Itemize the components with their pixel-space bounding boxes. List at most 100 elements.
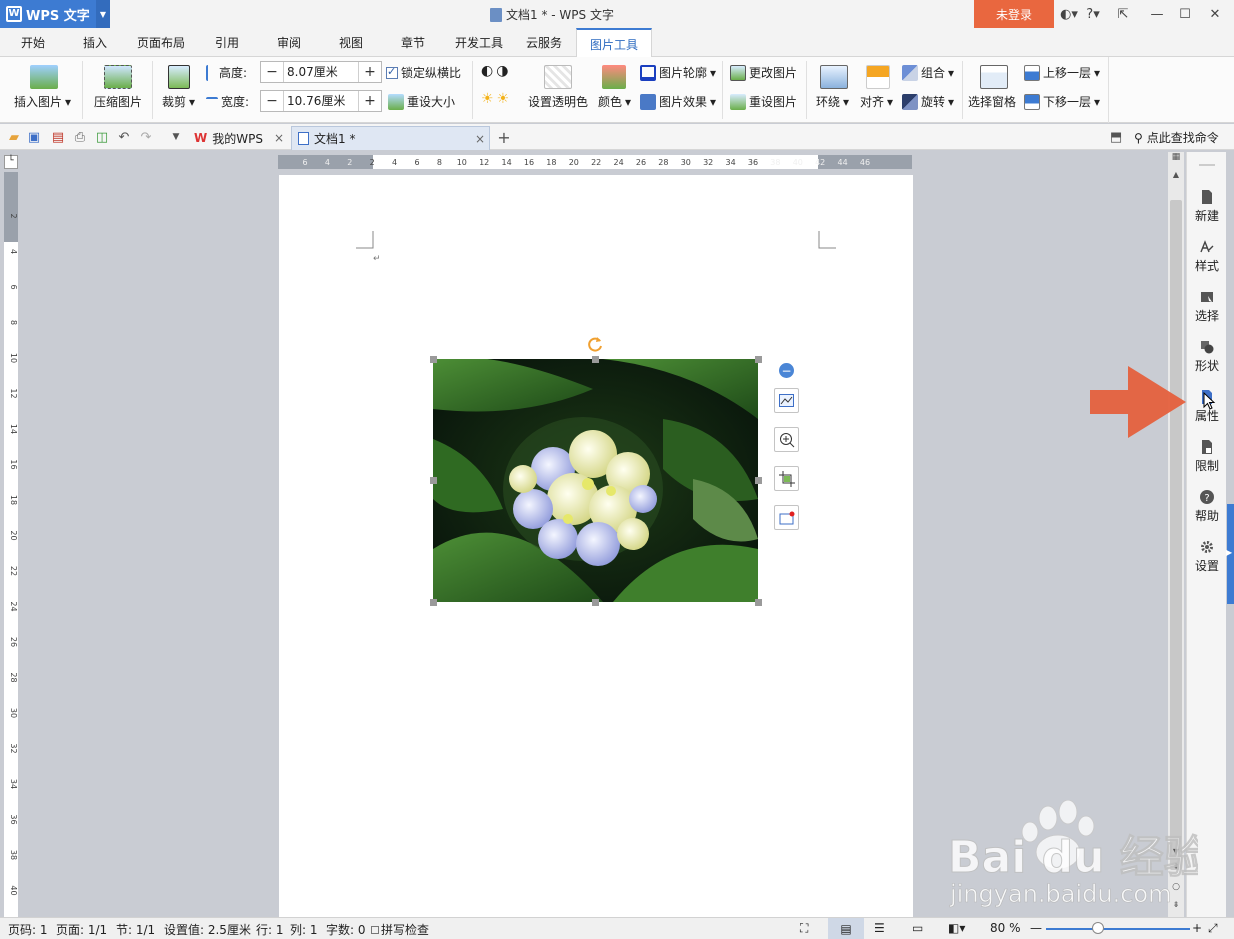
focus-mode-icon[interactable]: ⛶ [800, 921, 808, 936]
export-pdf-icon[interactable]: ▤ [50, 129, 66, 145]
zoom-level[interactable]: 80 % [990, 921, 1021, 935]
set-transparent-button[interactable]: 设置透明色 [528, 93, 588, 110]
reset-picture-button[interactable]: 重设图片 [730, 93, 797, 110]
tab-page-layout[interactable]: 页面布局 [128, 28, 194, 57]
side-help-button[interactable]: ? 帮助 [1187, 490, 1227, 534]
width-decrease-button[interactable]: − [261, 91, 283, 111]
undo-icon[interactable]: ↶ [116, 129, 132, 145]
tab-chapter[interactable]: 章节 [388, 28, 438, 57]
spell-check-toggle[interactable]: 拼写检查 [371, 921, 429, 938]
resize-handle-n[interactable] [592, 356, 599, 363]
contrast-up-icon[interactable]: ◐ [481, 63, 493, 79]
tab-references[interactable]: 引用 [202, 28, 252, 57]
save-icon[interactable]: ▣ [26, 129, 42, 145]
outline-view-icon[interactable]: ☰ [874, 921, 885, 935]
status-page[interactable]: 页面: 1/1 [56, 921, 107, 938]
resize-handle-w[interactable] [430, 477, 437, 484]
resize-handle-s[interactable] [592, 599, 599, 606]
align-button[interactable]: 对齐 ▾ [860, 93, 893, 110]
status-page-code[interactable]: 页码: 1 [8, 921, 48, 938]
hydrangea-picture[interactable] [433, 359, 758, 602]
open-folder-icon[interactable]: ▰ [6, 129, 22, 145]
zoom-in-icon[interactable]: + [1192, 921, 1202, 935]
resize-handle-se[interactable] [755, 599, 762, 606]
width-value[interactable]: 10.76厘米 [283, 91, 359, 111]
selection-pane-button[interactable]: 选择窗格 [968, 93, 1016, 110]
close-tab-icon[interactable]: × [274, 131, 284, 145]
zoom-out-icon[interactable]: — [1030, 921, 1042, 935]
crop-button[interactable]: 裁剪 ▾ [162, 93, 195, 110]
app-menu-button[interactable]: W WPS 文字 ▼ [0, 0, 110, 28]
resize-handle-sw[interactable] [430, 599, 437, 606]
tab-cloud[interactable]: 云服务 [516, 28, 572, 57]
layout-options-button[interactable] [774, 388, 799, 413]
status-row[interactable]: 行: 1 [256, 921, 284, 938]
zoom-slider-thumb[interactable] [1092, 922, 1104, 934]
change-picture-button[interactable]: 更改图片 [730, 64, 797, 81]
compress-picture-button[interactable]: 压缩图片 [94, 93, 142, 110]
height-field[interactable]: − 8.07厘米 + [260, 61, 382, 83]
crop-picture-button[interactable] [774, 466, 799, 491]
collapse-float-toolbar-icon[interactable]: − [779, 363, 794, 378]
picture-effects-button[interactable]: 图片效果 ▾ [640, 93, 716, 110]
brightness-buttons[interactable]: ☀ ☀ [481, 91, 509, 107]
reset-size-button[interactable]: 重设大小 [388, 93, 455, 110]
wrap-text-button[interactable]: 环绕 ▾ [816, 93, 849, 110]
tab-developer[interactable]: 开发工具 [446, 28, 512, 57]
tab-view[interactable]: 视图 [326, 28, 376, 57]
tab-stop-selector[interactable]: └ [4, 155, 18, 169]
collapse-ribbon-icon[interactable]: ⬒ [1108, 129, 1124, 145]
status-setting[interactable]: 设置值: 2.5厘米 [164, 921, 251, 938]
tab-insert[interactable]: 插入 [70, 28, 120, 57]
scroll-settings-icon[interactable]: ▦ [1170, 152, 1182, 166]
side-new-button[interactable]: 新建 [1187, 190, 1227, 234]
tab-review[interactable]: 审阅 [264, 28, 314, 57]
resize-handle-e[interactable] [755, 477, 762, 484]
width-field[interactable]: − 10.76厘米 + [260, 90, 382, 112]
height-decrease-button[interactable]: − [261, 62, 283, 82]
side-settings-button[interactable]: 设置 [1187, 540, 1227, 584]
help-button[interactable]: ? ▾ [1082, 4, 1104, 24]
rotate-button[interactable]: 旋转 ▾ [902, 93, 954, 110]
status-section[interactable]: 节: 1/1 [116, 921, 155, 938]
resize-handle-ne[interactable] [755, 356, 762, 363]
page-view-button[interactable]: ▤ [828, 918, 864, 939]
doc-tab-document1[interactable]: 文档1 * × [291, 126, 490, 150]
picture-color-button[interactable]: 颜色 ▾ [598, 93, 631, 110]
minimize-icon[interactable]: — [1146, 4, 1168, 24]
side-style-button[interactable]: 样式 [1187, 240, 1227, 284]
side-shape-button[interactable]: 形状 [1187, 340, 1227, 384]
insert-picture-button[interactable]: 插入图片 ▾ [14, 93, 71, 110]
doc-tab-my-wps[interactable]: W 我的WPS × [188, 126, 288, 150]
print-icon[interactable]: ⎙ [72, 129, 88, 145]
command-search[interactable]: ⚲ 点此查找命令 [1134, 129, 1219, 146]
side-select-button[interactable]: 选择 [1187, 290, 1227, 334]
fullscreen-icon[interactable]: ⇱ [1112, 4, 1134, 24]
customize-quick-access-icon[interactable]: ▼ [168, 129, 184, 145]
close-icon[interactable]: ✕ [1204, 4, 1226, 24]
brightness-up-icon[interactable]: ☀ [481, 91, 494, 107]
contrast-buttons[interactable]: ◐ ◑ [481, 63, 508, 79]
fit-window-icon[interactable]: ⤢ [1208, 921, 1218, 936]
picture-outline-button[interactable]: 图片轮廓 ▾ [640, 64, 716, 81]
brightness-down-icon[interactable]: ☀ [497, 91, 510, 107]
horizontal-ruler[interactable]: 6 4 2 2 4 6 8 10 12 14 16 18 20 22 24 26 28 30 32 34 36 38 40 4… [278, 155, 912, 169]
scroll-up-icon[interactable]: ▲ [1170, 170, 1182, 182]
send-backward-button[interactable]: 下移一层 ▾ [1024, 93, 1100, 110]
print-preview-icon[interactable]: ◫ [94, 129, 110, 145]
side-restrict-button[interactable]: 限制 [1187, 440, 1227, 484]
close-tab-icon[interactable]: × [475, 132, 485, 146]
maximize-icon[interactable]: ☐ [1174, 4, 1196, 24]
width-increase-button[interactable]: + [359, 91, 381, 111]
zoom-picture-button[interactable] [774, 427, 799, 452]
login-button[interactable]: 未登录 [974, 0, 1054, 28]
status-word-count[interactable]: 字数: 0 [326, 921, 366, 938]
picture-border-button[interactable] [774, 505, 799, 530]
tab-picture-tools[interactable]: 图片工具 [576, 28, 652, 58]
tab-home[interactable]: 开始 [8, 28, 58, 57]
web-view-icon[interactable]: ▭ [912, 921, 923, 935]
scrollbar-thumb[interactable] [1170, 200, 1182, 870]
chevron-down-icon[interactable]: ▼ [96, 0, 110, 28]
resize-handle-nw[interactable] [430, 356, 437, 363]
contrast-down-icon[interactable]: ◑ [496, 63, 508, 79]
